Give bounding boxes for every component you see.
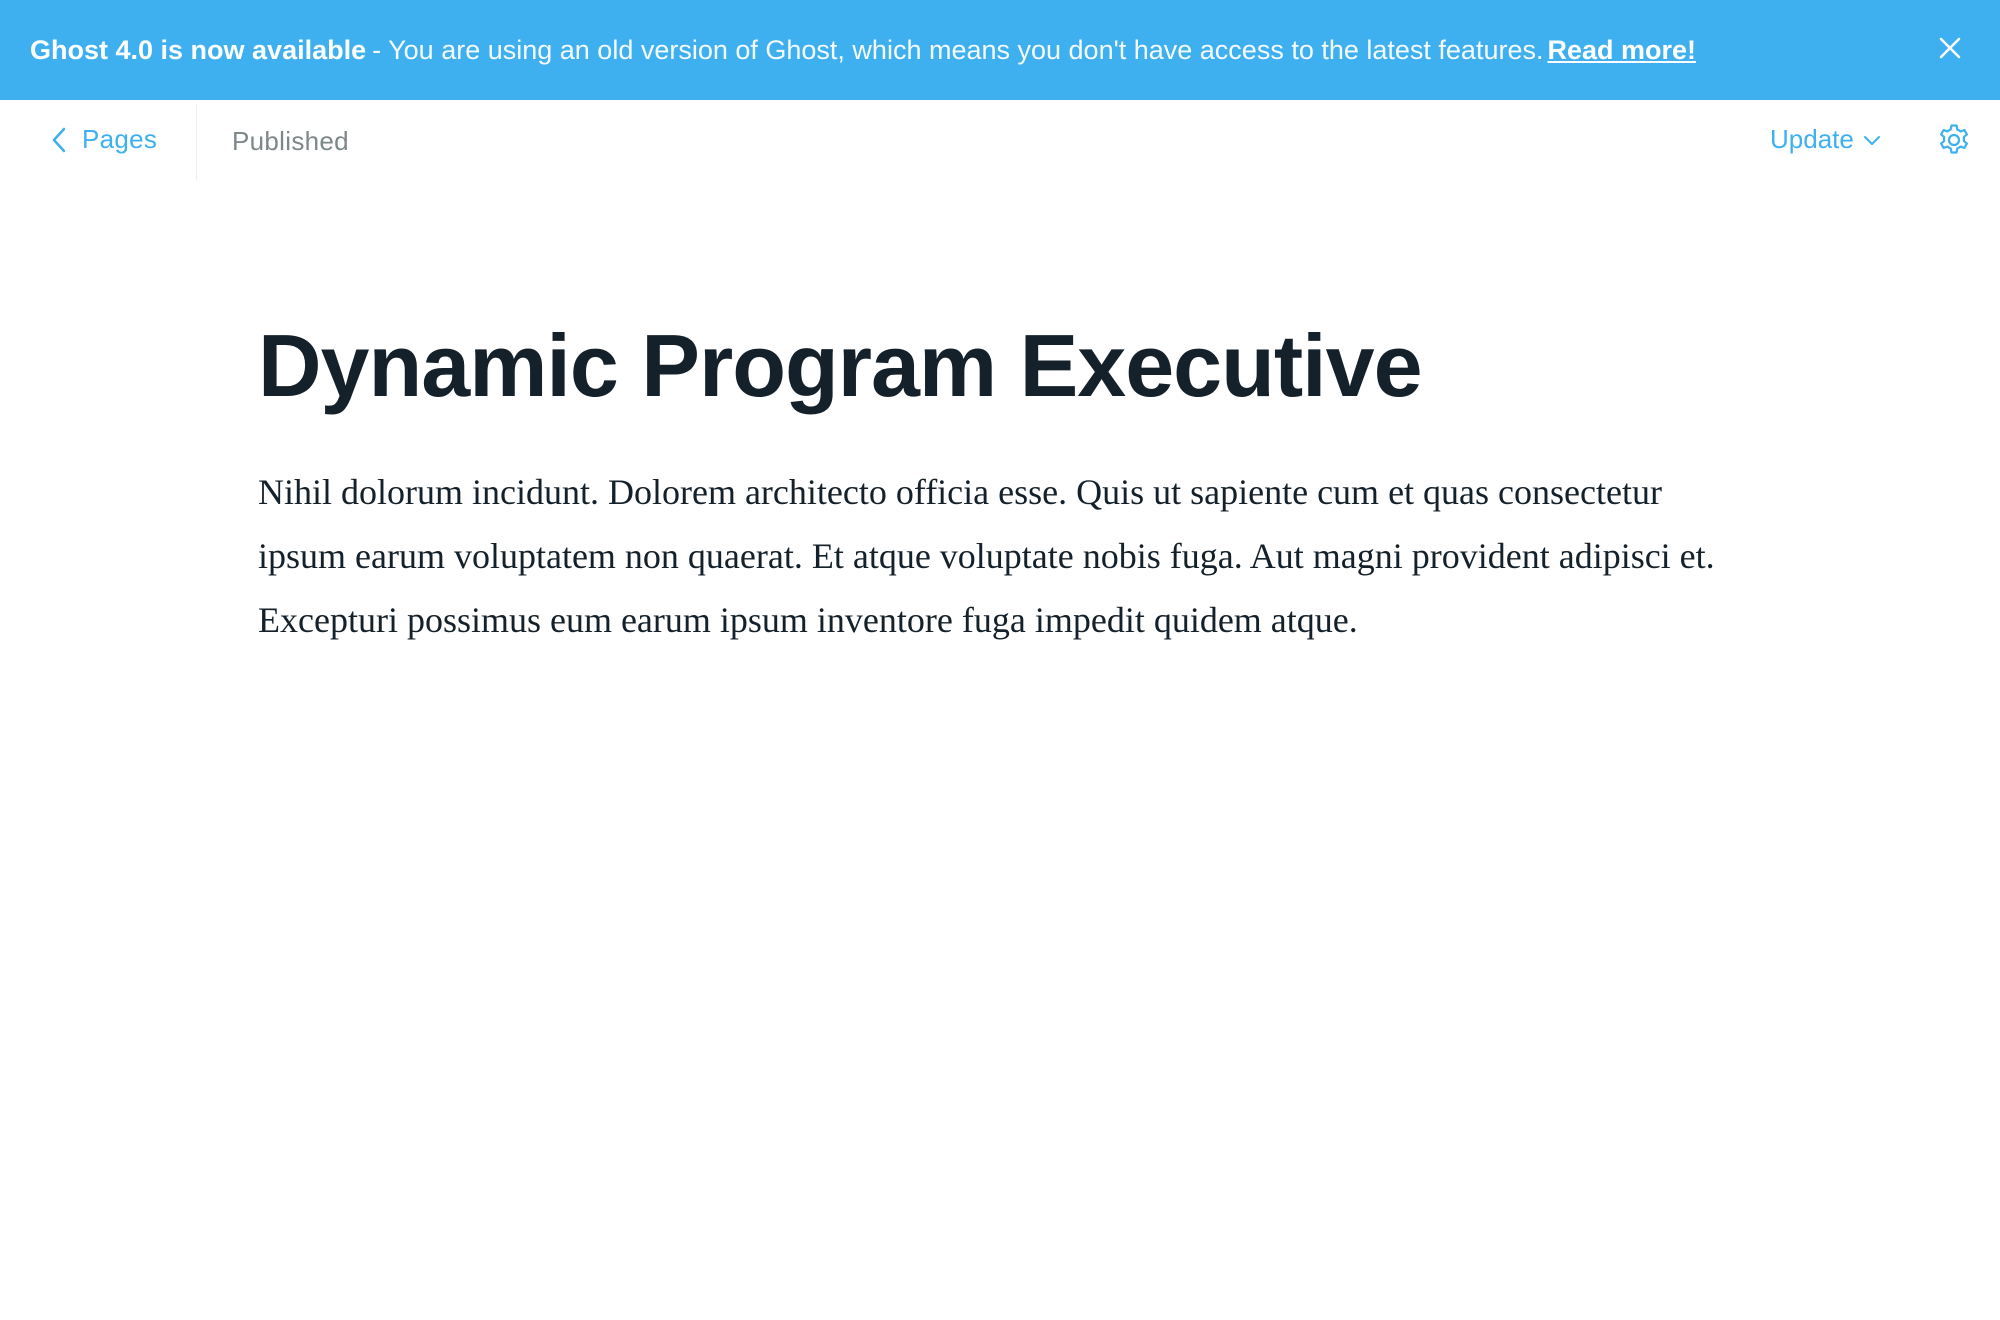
- chevron-down-icon: [1863, 135, 1880, 145]
- close-icon[interactable]: [1932, 30, 1968, 66]
- post-body[interactable]: Nihil dolorum incidunt. Dolorem architec…: [258, 460, 1728, 652]
- post-status: Published: [232, 126, 349, 156]
- post-title[interactable]: Dynamic Program Executive: [258, 317, 1758, 415]
- chevron-left-icon: [52, 127, 66, 152]
- banner-message: - You are using an old version of Ghost,…: [372, 34, 1544, 65]
- update-button-label: Update: [1770, 124, 1854, 154]
- gear-icon[interactable]: [1936, 122, 1972, 158]
- header-divider: [196, 104, 197, 180]
- read-more-link[interactable]: Read more!: [1547, 35, 1696, 66]
- update-banner: Ghost 4.0 is now available - You are usi…: [0, 0, 2000, 100]
- banner-title: Ghost 4.0 is now available: [30, 34, 367, 65]
- back-link-label: Pages: [82, 124, 158, 154]
- back-to-pages-link[interactable]: Pages: [50, 124, 157, 155]
- update-button[interactable]: Update: [1770, 124, 1882, 155]
- editor-header: Pages Published Update: [0, 100, 2000, 184]
